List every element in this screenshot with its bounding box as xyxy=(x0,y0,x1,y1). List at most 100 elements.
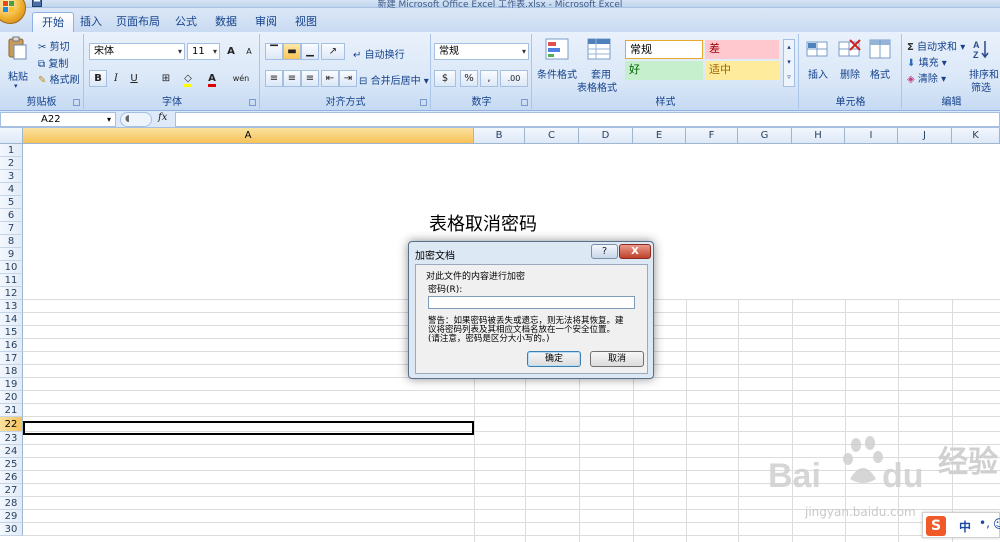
style-good[interactable]: 好 xyxy=(625,61,703,80)
merge-center-button[interactable]: ⊟ 合并后居中 ▾ xyxy=(359,72,429,87)
phonetic-guide-button[interactable]: wén xyxy=(229,70,253,87)
align-bottom-icon[interactable]: ▁ xyxy=(301,43,319,60)
orientation-icon[interactable]: ↗ xyxy=(321,43,345,60)
sort-filter-icon[interactable]: AZ xyxy=(971,38,991,63)
close-button[interactable]: X xyxy=(619,244,651,259)
select-all-corner[interactable] xyxy=(0,128,23,144)
increase-decimal-button[interactable]: .00 xyxy=(500,70,528,87)
row-header[interactable]: 14 xyxy=(0,313,23,326)
paste-button[interactable]: 粘贴 xyxy=(8,68,28,83)
row-header-selected[interactable]: 22 xyxy=(0,417,23,432)
tab-review[interactable]: 审阅 xyxy=(252,12,280,32)
col-header-a[interactable]: A xyxy=(23,128,474,144)
row-header[interactable]: 2 xyxy=(0,157,23,170)
row-header[interactable]: 21 xyxy=(0,404,23,417)
col-header-k[interactable]: K xyxy=(952,128,1000,144)
col-header-i[interactable]: I xyxy=(845,128,898,144)
row-header[interactable]: 9 xyxy=(0,248,23,261)
font-size-select[interactable]: 11 ▾ xyxy=(187,43,220,60)
format-cells-icon[interactable] xyxy=(868,38,892,63)
row-header[interactable]: 23 xyxy=(0,432,23,445)
fill-button[interactable]: ⬇ 填充 ▾ xyxy=(907,54,947,69)
format-as-table-icon[interactable] xyxy=(587,38,611,63)
insert-cells-icon[interactable] xyxy=(806,38,830,63)
punctuation-icon[interactable]: •, xyxy=(979,516,990,530)
tab-home[interactable]: 开始 xyxy=(32,12,74,32)
insert-cells-button[interactable]: 插入 xyxy=(808,66,828,81)
tab-insert[interactable]: 插入 xyxy=(78,12,104,32)
emoji-icon[interactable]: ☺ xyxy=(993,517,1000,531)
row-header[interactable]: 8 xyxy=(0,235,23,248)
wrap-text-button[interactable]: ↵ 自动换行 xyxy=(353,46,405,61)
italic-button[interactable]: I xyxy=(107,70,125,87)
tab-formulas[interactable]: 公式 xyxy=(172,12,200,32)
decrease-indent-icon[interactable]: ⇤ xyxy=(321,70,339,87)
align-left-icon[interactable]: ≡ xyxy=(265,70,283,87)
row-header[interactable]: 16 xyxy=(0,339,23,352)
sort-filter-label-bottom[interactable]: 筛选 xyxy=(971,79,991,94)
delete-cells-icon[interactable] xyxy=(838,38,862,63)
alignment-launcher-icon[interactable] xyxy=(420,99,427,106)
row-header[interactable]: 4 xyxy=(0,183,23,196)
formula-cancel-icon[interactable]: ◖ xyxy=(120,112,152,127)
col-header-f[interactable]: F xyxy=(686,128,738,144)
paste-dropdown-icon[interactable]: ▾ xyxy=(14,82,18,90)
row-header[interactable]: 5 xyxy=(0,196,23,209)
col-header-j[interactable]: J xyxy=(898,128,952,144)
row-header[interactable]: 20 xyxy=(0,391,23,404)
col-header-e[interactable]: E xyxy=(633,128,686,144)
cut-button[interactable]: ✂ 剪切 xyxy=(38,38,70,53)
help-button[interactable]: ? xyxy=(591,244,618,259)
save-icon[interactable] xyxy=(32,0,44,8)
row-header[interactable]: 7 xyxy=(0,222,23,235)
row-header[interactable]: 17 xyxy=(0,352,23,365)
align-middle-icon[interactable]: ▬ xyxy=(283,43,301,60)
row-header[interactable]: 15 xyxy=(0,326,23,339)
format-as-table-label-bottom[interactable]: 表格格式 xyxy=(577,79,617,94)
style-neutral[interactable]: 适中 xyxy=(705,61,779,80)
insert-function-button[interactable]: fx xyxy=(158,112,167,123)
row-header[interactable]: 28 xyxy=(0,497,23,510)
conditional-format-button[interactable]: 条件格式 xyxy=(537,66,577,81)
number-launcher-icon[interactable] xyxy=(521,99,528,106)
row-header[interactable]: 11 xyxy=(0,274,23,287)
cancel-button[interactable]: 取消 xyxy=(590,351,644,367)
ime-toolbar[interactable]: S 中 •, ☺ xyxy=(922,512,1000,538)
sogou-icon[interactable]: S xyxy=(926,516,946,536)
row-header[interactable]: 10 xyxy=(0,261,23,274)
grow-font-button[interactable]: A xyxy=(222,43,240,60)
styles-scroll[interactable]: ▴ ▾ ▿ xyxy=(783,39,795,87)
row-header[interactable]: 12 xyxy=(0,287,23,300)
ok-button[interactable]: 确定 xyxy=(527,351,581,367)
row-header[interactable]: 6 xyxy=(0,209,23,222)
borders-icon[interactable]: ⊞ xyxy=(157,70,175,87)
row-header[interactable]: 3 xyxy=(0,170,23,183)
row-header[interactable]: 27 xyxy=(0,484,23,497)
increase-indent-icon[interactable]: ⇥ xyxy=(339,70,357,87)
font-color-icon[interactable]: A xyxy=(203,70,221,87)
format-painter-button[interactable]: ✎ 格式刷 xyxy=(38,71,80,86)
row-header[interactable]: 1 xyxy=(0,144,23,157)
tab-page-layout[interactable]: 页面布局 xyxy=(116,12,160,32)
row-header[interactable]: 13 xyxy=(0,300,23,313)
row-header[interactable]: 30 xyxy=(0,523,23,536)
col-header-h[interactable]: H xyxy=(792,128,845,144)
font-name-select[interactable]: 宋体 ▾ xyxy=(89,43,185,60)
row-header[interactable]: 29 xyxy=(0,510,23,523)
conditional-format-icon[interactable] xyxy=(545,38,569,63)
clear-button[interactable]: ◈ 清除 ▾ xyxy=(907,70,946,85)
align-right-icon[interactable]: ≡ xyxy=(301,70,319,87)
autosum-button[interactable]: Σ 自动求和 ▾ xyxy=(907,38,965,53)
tab-view[interactable]: 视图 xyxy=(292,12,320,32)
underline-button[interactable]: U xyxy=(125,70,143,87)
col-header-b[interactable]: B xyxy=(474,128,525,144)
selected-cell-a22[interactable] xyxy=(23,421,474,435)
number-format-select[interactable]: 常规 ▾ xyxy=(434,43,529,60)
fill-color-icon[interactable]: ◇ xyxy=(179,70,197,87)
comma-button[interactable]: , xyxy=(480,70,498,87)
copy-button[interactable]: ⧉ 复制 xyxy=(38,55,68,70)
row-header[interactable]: 24 xyxy=(0,445,23,458)
chevron-down-icon[interactable]: ▾ xyxy=(107,113,111,126)
shrink-font-button[interactable]: A xyxy=(240,43,258,60)
font-launcher-icon[interactable] xyxy=(249,99,256,106)
